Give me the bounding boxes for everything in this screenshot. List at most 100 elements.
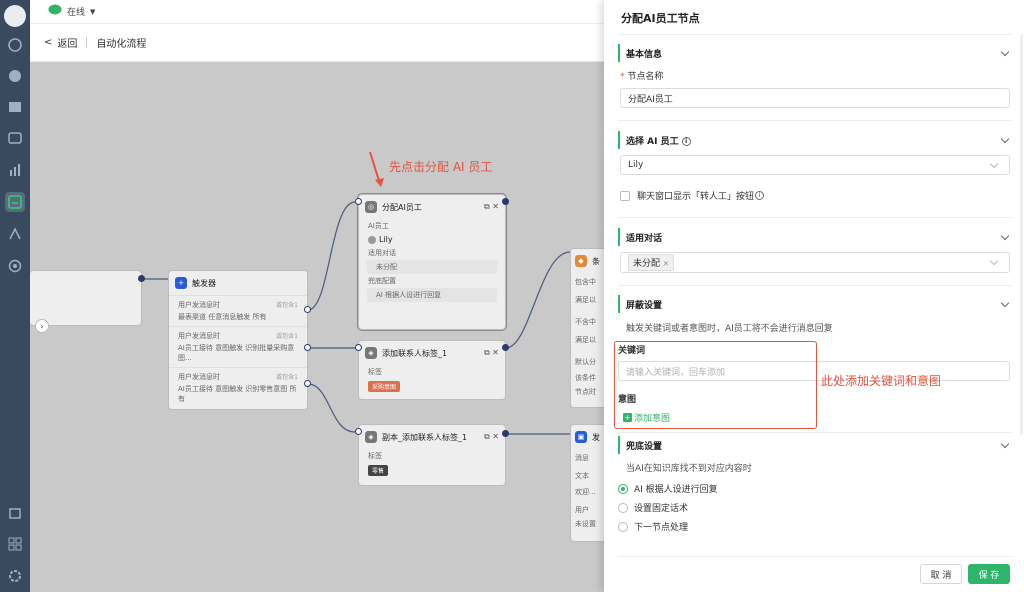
- left-rail: [0, 0, 30, 592]
- copy-close-icon[interactable]: ⧉ ✕: [484, 432, 499, 442]
- trigger-row-badge: 或包含1: [276, 302, 298, 309]
- analytics-icon[interactable]: [5, 160, 25, 180]
- copy-close-icon[interactable]: ⧉ ✕: [484, 202, 499, 212]
- whatsapp-icon[interactable]: [5, 66, 25, 86]
- trigger-row-desc: 最表渠道 任意消息触发 所有: [178, 313, 267, 321]
- config-panel: 分配AI员工节点 基本信息 * 节点名称 分配AI员工 选择 AI 员工 i Li…: [604, 0, 1024, 592]
- tag-node-1[interactable]: ◈ 添加联系人标签_1 ⧉ ✕ 标签 采购意图: [358, 340, 506, 400]
- start-out-port[interactable]: [138, 275, 145, 282]
- close-icon[interactable]: ✕: [663, 260, 669, 268]
- copy-close-icon[interactable]: ⧉ ✕: [484, 348, 499, 358]
- node-name-input[interactable]: 分配AI员工: [620, 88, 1010, 108]
- tag1-out-port[interactable]: [502, 344, 509, 351]
- panel-scrollbar[interactable]: [1020, 35, 1023, 435]
- section-fallback-title: 兜底设置: [626, 441, 663, 452]
- flow-canvas[interactable]: › + 触发器 用户发消息时 或包含1 最表渠道 任意消息触发 所有 用户发消息时 或包…: [30, 62, 610, 592]
- radio-selected[interactable]: [618, 483, 628, 494]
- assign-node-title: 分配AI员工: [382, 202, 422, 212]
- online-status[interactable]: 在线: [67, 5, 85, 18]
- back-link[interactable]: 返回: [57, 35, 77, 50]
- fallback-option-label: AI 根据人设进行回复: [634, 485, 718, 495]
- tag1-in-port[interactable]: [355, 344, 362, 351]
- automation-icon[interactable]: [5, 192, 25, 212]
- assign-fallback: AI 根据人设进行回复: [367, 288, 497, 302]
- trigger-node[interactable]: + 触发器 用户发消息时 或包含1 最表渠道 任意消息触发 所有 用户发消息时 或包含1…: [168, 270, 308, 410]
- tag-chip: 零售: [368, 465, 389, 476]
- assign-ai-node[interactable]: ◎ 分配AI员工 ⧉ ✕ AI员工 Lily 适用对话 未分配 兜底配置 AI 根据…: [358, 194, 506, 330]
- section-basic: 基本信息 * 节点名称: [618, 44, 1012, 82]
- contacts-icon[interactable]: [5, 128, 25, 148]
- divider: [618, 120, 1012, 121]
- section-dialog-title: 适用对话: [626, 233, 663, 244]
- section-fallback-header[interactable]: 兜底设置: [618, 436, 1012, 454]
- chevron-down-icon[interactable]: [1000, 231, 1010, 240]
- chevron-down-icon[interactable]: [1000, 298, 1010, 307]
- settings-icon[interactable]: [5, 566, 25, 586]
- radio[interactable]: [618, 521, 628, 532]
- section-shield-header[interactable]: 屏蔽设置: [618, 295, 1012, 313]
- section-select: 选择 AI 员工 i: [618, 131, 1012, 149]
- section-basic-title: 基本信息: [626, 49, 663, 60]
- trigger-out-port[interactable]: [304, 344, 311, 351]
- bag-icon[interactable]: [5, 502, 25, 522]
- fallback-option-next[interactable]: 下一节点处理: [618, 520, 688, 533]
- transfer-checkbox[interactable]: [620, 190, 630, 201]
- tag-node-title: 副本_添加联系人标签_1: [382, 432, 468, 442]
- trigger-out-port[interactable]: [304, 380, 311, 387]
- tag-chip: 采购意图: [368, 381, 401, 392]
- trigger-icon: +: [175, 277, 187, 289]
- dialog-tag: 未分配 ✕: [628, 254, 674, 271]
- caret-down-icon[interactable]: ▼: [90, 8, 95, 16]
- help-icon[interactable]: i: [755, 191, 765, 200]
- panel-title: 分配AI员工节点: [621, 12, 700, 25]
- condition-icon: ◆: [575, 255, 587, 267]
- apps-icon[interactable]: [5, 534, 25, 554]
- assign-in-port[interactable]: [355, 198, 362, 205]
- ai-icon[interactable]: [5, 224, 25, 244]
- back-chevron-icon[interactable]: <: [44, 37, 52, 48]
- chat-icon[interactable]: [5, 35, 25, 55]
- section-select-header[interactable]: 选择 AI 员工 i: [618, 131, 1012, 149]
- employee-name: Lily: [379, 235, 393, 244]
- ai-employee-select[interactable]: Lily: [620, 155, 1010, 175]
- tag2-out-port[interactable]: [502, 430, 509, 437]
- chevron-down-icon[interactable]: [1000, 439, 1010, 448]
- section-basic-header[interactable]: 基本信息: [618, 44, 1012, 62]
- trigger-row[interactable]: 用户发消息时 或包含1 AI员工接待 意图触发 识别批量采购意图...: [169, 326, 307, 367]
- trigger-row[interactable]: 用户发消息时 或包含1 AI员工接待 意图触发 识别零售意图 所有: [169, 367, 307, 408]
- target-icon[interactable]: [5, 256, 25, 276]
- broadcast-icon[interactable]: [5, 97, 25, 117]
- tag-node-title: 添加联系人标签_1: [382, 348, 448, 358]
- cancel-button[interactable]: 取 消: [920, 564, 962, 584]
- help-icon[interactable]: i: [681, 136, 691, 146]
- avatar[interactable]: [4, 5, 26, 27]
- fallback-option-fixed[interactable]: 设置固定话术: [618, 501, 688, 514]
- trigger-out-port[interactable]: [304, 306, 311, 313]
- transfer-checkbox-row[interactable]: 聊天窗口显示「转人工」按钮 i: [620, 189, 765, 202]
- reply-title: 发: [592, 432, 600, 442]
- fallback-option-ai[interactable]: AI 根据人设进行回复: [618, 482, 718, 495]
- start-node[interactable]: [30, 270, 142, 326]
- radio[interactable]: [618, 502, 628, 513]
- assign-out-port[interactable]: [502, 198, 509, 205]
- tag-node-2[interactable]: ◈ 副本_添加联系人标签_1 ⧉ ✕ 标签 零售: [358, 424, 506, 486]
- section-dialog-header[interactable]: 适用对话: [618, 228, 1012, 246]
- trigger-row-badge: 或包含1: [276, 333, 298, 340]
- expand-arrow-icon[interactable]: ›: [35, 319, 49, 333]
- trigger-row[interactable]: 用户发消息时 或包含1 最表渠道 任意消息触发 所有: [169, 295, 307, 326]
- page-title: 自动化流程: [96, 39, 147, 50]
- chevron-down-icon: [989, 159, 999, 168]
- chevron-down-icon[interactable]: [1000, 134, 1010, 143]
- transfer-checkbox-label: 聊天窗口显示「转人工」按钮: [637, 192, 755, 202]
- fallback-desc: 当AI在知识库找不到对应内容时: [626, 464, 752, 474]
- dialog-select[interactable]: 未分配 ✕: [620, 252, 1010, 273]
- save-button[interactable]: 保 存: [968, 564, 1010, 584]
- annotation-highlight-box: [614, 341, 817, 429]
- tag-field-label: 标签: [368, 452, 382, 460]
- tag2-in-port[interactable]: [355, 428, 362, 435]
- top-bar: 在线 ▼: [30, 0, 604, 24]
- fallback-option-label: 设置固定话术: [634, 504, 689, 514]
- chevron-down-icon: [989, 256, 999, 266]
- trigger-row-badge: 或包含1: [276, 374, 298, 381]
- chevron-down-icon[interactable]: [1000, 47, 1010, 56]
